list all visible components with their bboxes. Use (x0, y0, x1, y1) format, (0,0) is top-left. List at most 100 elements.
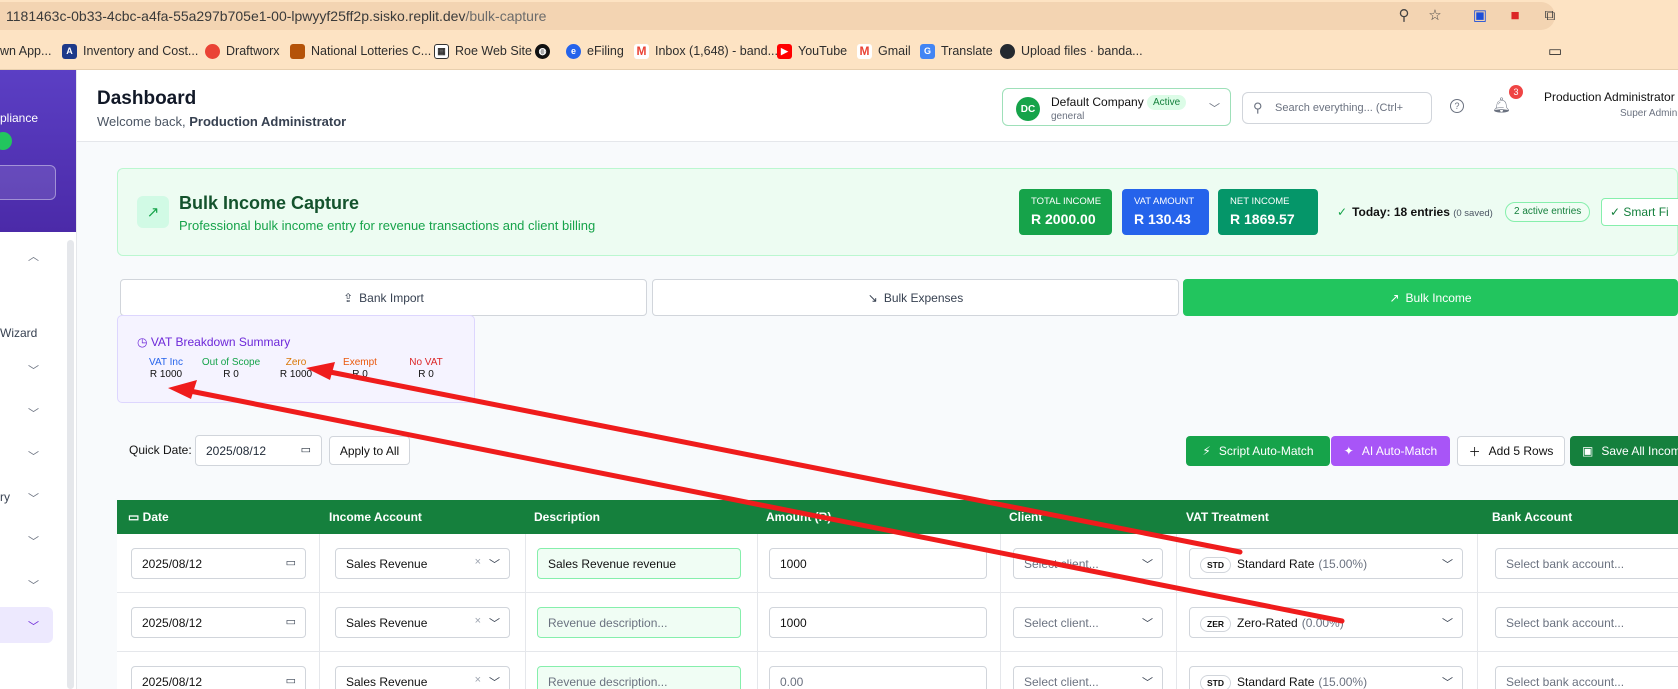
clear-icon[interactable]: × (475, 674, 481, 686)
chevron-down-icon[interactable]: ﹀ (28, 405, 39, 421)
column-vat-treatment: VAT Treatment (1186, 510, 1269, 524)
bookmark-item[interactable]: wn App... (0, 42, 51, 60)
chevron-down-icon: ﹀ (1142, 677, 1153, 689)
bookmark-item[interactable]: National Lotteries C... (290, 42, 431, 60)
amount-input[interactable]: 0.00 (769, 666, 987, 689)
client-select[interactable]: Select client... ﹀ (1013, 607, 1163, 638)
company-switcher[interactable]: DC Default Company general Active ﹀ (1002, 88, 1231, 126)
bank-account-select[interactable]: Select bank account... (1495, 666, 1678, 689)
bookmarks-bar: wn App... A Inventory and Cost... Draftwo… (0, 32, 1678, 70)
vat-treatment-select[interactable]: ZER Zero-Rated (0.00%) ﹀ (1189, 607, 1463, 638)
active-entries-badge: 2 active entries (1505, 202, 1591, 222)
bookmark-item[interactable]: M Gmail (857, 42, 911, 60)
save-all-button[interactable]: ▣ Save All Incom (1570, 436, 1678, 466)
sidebar-item-ry[interactable]: ry (0, 490, 10, 504)
calendar-icon[interactable]: ▭ (301, 443, 311, 456)
gmail-icon: M (857, 43, 872, 59)
column-client: Client (1009, 510, 1043, 524)
sidebar-scrollbar[interactable] (67, 240, 74, 689)
amount-input[interactable]: 1000 (769, 548, 987, 579)
search-input[interactable]: ⚲ Search everything... (Ctrl+ (1242, 92, 1432, 124)
smart-fill-button[interactable]: ✓ Smart Fi (1601, 198, 1678, 226)
amount-input[interactable]: 1000 (769, 607, 987, 638)
column-amount: Amount (R) (766, 510, 832, 524)
apply-to-all-button[interactable]: Apply to All (329, 436, 410, 465)
browser-toolbar: 1181463c-0b33-4cbc-a4fa-55a297b705e1-00-… (0, 0, 1678, 32)
quick-date-label: Quick Date: (129, 443, 192, 457)
bank-account-select[interactable]: Select bank account... (1495, 607, 1678, 638)
bookmark-item[interactable]: ▶ YouTube (777, 42, 847, 60)
bookmark-item[interactable]: G Translate (920, 42, 993, 60)
quick-date-input[interactable]: 2025/08/12 ▭ (195, 435, 322, 466)
bookmark-item[interactable]: M Inbox (1,648) - band... (634, 42, 778, 60)
chevron-down-icon[interactable]: ﹀ (28, 533, 39, 549)
sidebar-item-wizard[interactable]: Wizard (0, 326, 37, 340)
total-income-stat: TOTAL INCOME R 2000.00 (1019, 189, 1112, 235)
date-input[interactable]: 2025/08/12 ▭ (131, 607, 306, 638)
globe-icon: ◍ (535, 43, 550, 59)
description-input[interactable]: Sales Revenue revenue (537, 548, 741, 579)
pdf-icon[interactable]: ■ (1505, 5, 1525, 25)
address-bar[interactable]: 1181463c-0b33-4cbc-a4fa-55a297b705e1-00-… (0, 2, 1555, 30)
clear-icon[interactable]: × (475, 615, 481, 627)
chevron-down-icon: ﹀ (1209, 103, 1220, 115)
trending-up-icon: ↗ (137, 196, 169, 228)
clear-icon[interactable]: × (475, 556, 481, 568)
chevron-down-icon[interactable]: ﹀ (28, 577, 39, 593)
table-row: 2025/08/12 ▭ Sales Revenue × ﹀ Sales Revenu… (117, 534, 1678, 593)
extensions-icon[interactable]: ⧉ (1540, 5, 1560, 25)
user-name[interactable]: Production Administrator (1544, 90, 1675, 104)
income-account-select[interactable]: Sales Revenue × ﹀ (335, 666, 510, 689)
chevron-down-icon: ﹀ (1142, 618, 1153, 630)
chevron-down-icon: ﹀ (489, 677, 500, 689)
star-icon[interactable]: ☆ (1425, 5, 1445, 25)
bookmark-item[interactable]: A Inventory and Cost... (62, 42, 198, 60)
chevron-down-icon[interactable]: ﹀ (28, 362, 39, 378)
date-input[interactable]: 2025/08/12 ▭ (131, 548, 306, 579)
income-account-select[interactable]: Sales Revenue × ﹀ (335, 607, 510, 638)
bookmark-item[interactable]: Draftworx (205, 42, 279, 60)
sidebar-selector[interactable] (0, 165, 56, 200)
ai-auto-match-button[interactable]: ✦ AI Auto-Match (1331, 436, 1450, 466)
trending-down-icon: ↘ (867, 290, 878, 305)
bookmark-item[interactable]: ▦ Roe Web Site (434, 42, 532, 60)
chevron-up-icon[interactable]: ︿ (28, 248, 39, 264)
add-rows-button[interactable]: ＋ Add 5 Rows (1457, 436, 1565, 466)
tab-bulk-income[interactable]: ↗ Bulk Income (1183, 279, 1678, 316)
bookmark-item[interactable]: e eFiling (566, 42, 624, 60)
tab-bank-import[interactable]: ⇪ Bank Import (120, 279, 647, 316)
vat-treatment-select[interactable]: STD Standard Rate (15.00%) ﹀ (1189, 548, 1463, 579)
vat-code-badge: STD (1200, 675, 1231, 689)
chrome-favicon-icon (205, 43, 220, 59)
bookmark-item[interactable]: Upload files · banda... (1000, 42, 1143, 60)
chevron-down-icon[interactable]: ﹀ (28, 490, 39, 506)
bank-account-select[interactable]: Select bank account... (1495, 548, 1678, 579)
github-icon (1000, 43, 1015, 59)
bell-icon[interactable]: 🔔︎ (1492, 96, 1511, 114)
exempt-summary: Exempt R 0 (343, 357, 377, 380)
help-icon[interactable]: ? (1450, 99, 1464, 113)
tab-bulk-expenses[interactable]: ↘ Bulk Expenses (652, 279, 1179, 316)
hero-subtitle: Professional bulk income entry for reven… (179, 218, 596, 233)
zero-summary: Zero R 1000 (279, 357, 313, 380)
sidebar-item-active[interactable]: ﹀ (0, 607, 53, 643)
column-description: Description (534, 510, 601, 524)
date-input[interactable]: 2025/08/12 ▭ (131, 666, 306, 689)
sparkles-icon: ✦ (1343, 444, 1354, 458)
client-select[interactable]: Select client... ﹀ (1013, 548, 1163, 579)
vat-code-badge: ZER (1200, 616, 1231, 632)
description-input[interactable]: Revenue description... (537, 607, 741, 638)
vat-treatment-select[interactable]: STD Standard Rate (15.00%) ﹀ (1189, 666, 1463, 689)
out-of-scope-summary: Out of Scope R 0 (201, 357, 261, 380)
zoom-icon[interactable]: ⚲ (1394, 5, 1414, 25)
script-auto-match-button[interactable]: ⚡︎ Script Auto-Match (1186, 436, 1330, 466)
sidebar: pliance ︿ Wizard ﹀ ﹀ ﹀ ry ﹀ ﹀ ﹀ ﹀ (0, 70, 77, 689)
status-badge: Active (1147, 95, 1187, 110)
income-account-select[interactable]: Sales Revenue × ﹀ (335, 548, 510, 579)
chevron-down-icon[interactable]: ﹀ (28, 448, 39, 464)
screen-share-icon[interactable]: ▣ (1470, 5, 1490, 25)
bookmark-item[interactable]: ◍ (535, 42, 556, 60)
description-input[interactable]: Revenue description... (537, 666, 741, 689)
client-select[interactable]: Select client... ﹀ (1013, 666, 1163, 689)
folder-icon[interactable]: ▭ (1548, 42, 1562, 60)
